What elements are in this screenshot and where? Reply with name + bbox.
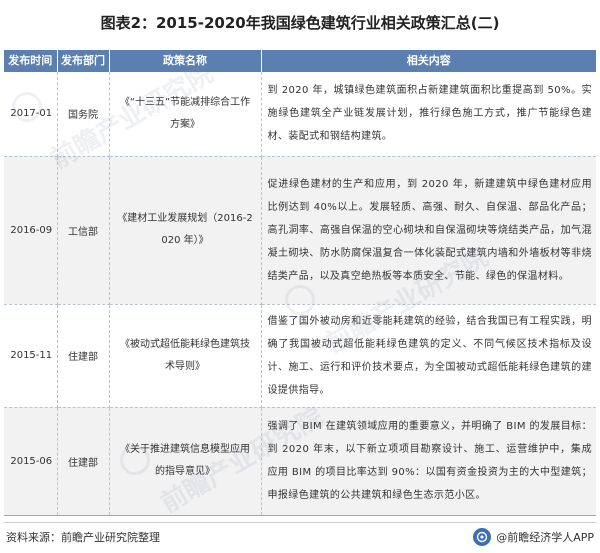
header-dept: 发布部门 (57, 50, 110, 72)
cell-content: 强调了 BIM 在建筑领域应用的重要意义，并明确了 BIM 的发展目标：到 20… (261, 407, 596, 516)
cell-content: 到 2020 年，城镇绿色建筑面积占新建建筑面积比重提高到 50%。实施绿色建筑… (261, 72, 596, 157)
cell-dept: 住建部 (57, 407, 110, 516)
cell-content: 促进绿色建材的生产和应用，到 2020 年，新建建筑中绿色建材应用比例达到 40… (261, 156, 596, 305)
brand-mark: @前瞻经济学人APP (473, 527, 594, 547)
cell-policy-name: 《建材工业发展规划（2016-2020 年）》 (109, 156, 262, 305)
header-time: 发布时间 (4, 50, 58, 72)
cell-time: 2015-06 (4, 407, 58, 516)
table-row: 2016-09 工信部 《建材工业发展规划（2016-2020 年）》 促进绿色… (4, 156, 596, 305)
chart-title: 图表2：2015-2020年我国绿色建筑行业相关政策汇总(二) (100, 14, 500, 32)
header-content: 相关内容 (261, 50, 596, 72)
cell-content: 借鉴了国外被动房和近零能耗建筑的经验，结合我国已有工程实践，明确了我国被动式超低… (261, 304, 596, 408)
cell-policy-name: 《被动式超低能耗绿色建筑技术导则》 (109, 304, 262, 408)
policy-table: 发布时间 发布部门 政策名称 相关内容 2017-01 国务院 《“十三五”节能… (4, 50, 596, 516)
cell-dept: 国务院 (57, 72, 110, 157)
table-header-row: 发布时间 发布部门 政策名称 相关内容 (4, 50, 596, 72)
table-row: 2015-06 住建部 《关于推进建筑信息模型应用的指导意见》 强调了 BIM … (4, 407, 596, 516)
table-row: 2015-11 住建部 《被动式超低能耗绿色建筑技术导则》 借鉴了国外被动房和近… (4, 304, 596, 408)
header-name: 政策名称 (109, 50, 262, 72)
source-note: 资料来源：前瞻产业研究院整理 (6, 531, 160, 544)
footer: 资料来源：前瞻产业研究院整理 @前瞻经济学人APP (4, 522, 596, 550)
cell-policy-name: 《关于推进建筑信息模型应用的指导意见》 (109, 407, 262, 516)
cell-dept: 住建部 (57, 304, 110, 408)
cell-dept: 工信部 (57, 156, 110, 305)
cell-policy-name: 《“十三五”节能减排综合工作方案》 (109, 72, 262, 157)
cell-time: 2016-09 (4, 156, 58, 305)
cell-time: 2015-11 (4, 304, 58, 408)
cell-time: 2017-01 (4, 72, 58, 157)
table-row: 2017-01 国务院 《“十三五”节能减排综合工作方案》 到 2020 年，城… (4, 72, 596, 157)
brand-logo-icon (473, 528, 492, 546)
brand-name: @前瞻经济学人APP (496, 531, 594, 544)
